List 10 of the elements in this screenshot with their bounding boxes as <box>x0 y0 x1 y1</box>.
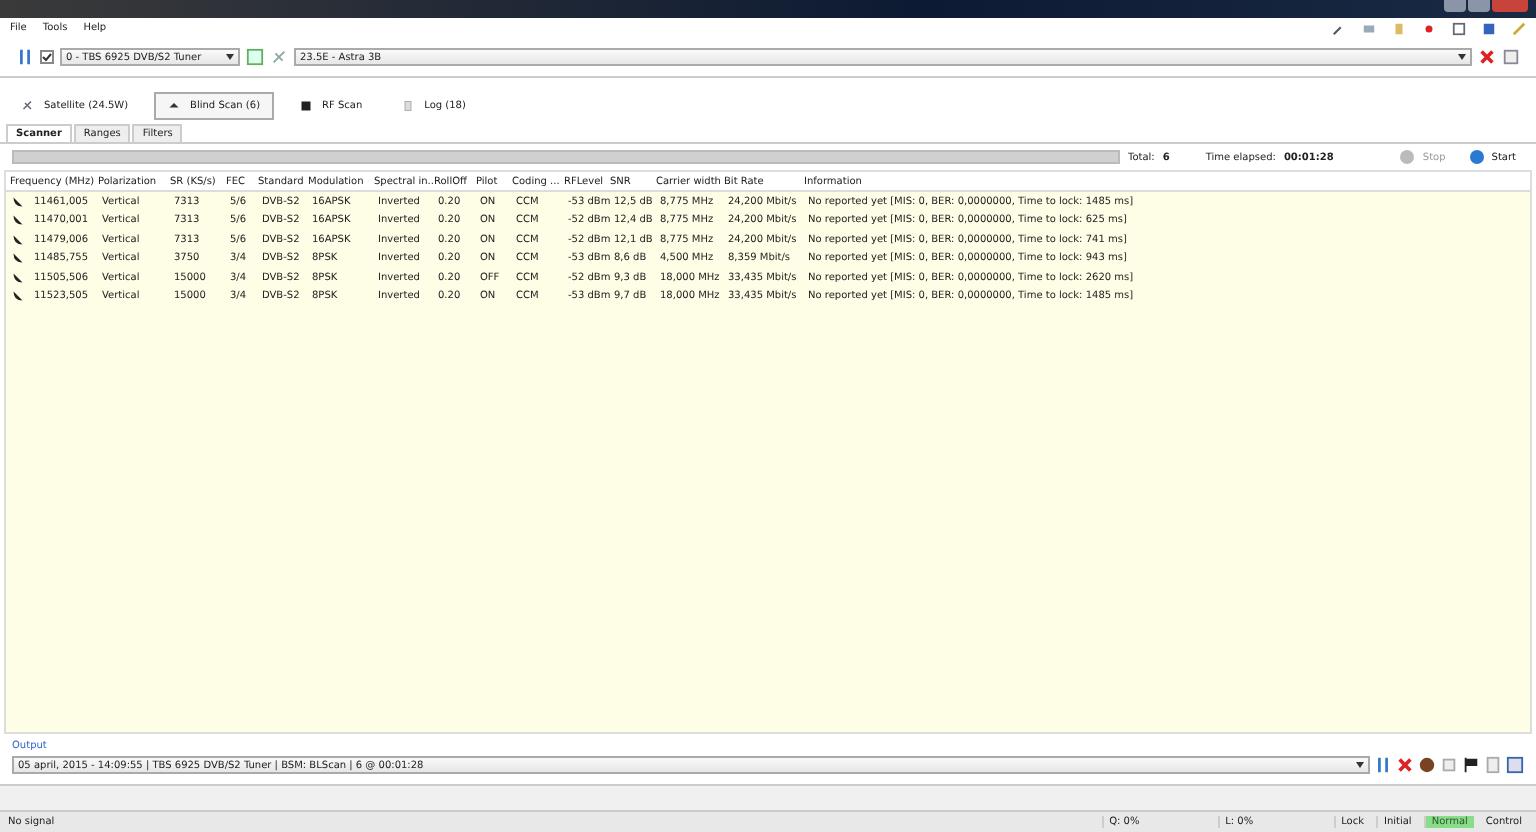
wrench-icon[interactable] <box>1332 21 1346 35</box>
save-icon[interactable] <box>1506 756 1524 774</box>
panel-icon[interactable] <box>1502 48 1520 66</box>
square-icon <box>300 100 313 112</box>
close-icon[interactable] <box>1396 756 1414 774</box>
minimize-button[interactable] <box>1444 0 1466 12</box>
close-icon[interactable] <box>1478 48 1496 66</box>
checkbox[interactable] <box>40 50 54 64</box>
maximize-button[interactable] <box>1468 0 1490 12</box>
record-icon[interactable] <box>1422 21 1436 35</box>
